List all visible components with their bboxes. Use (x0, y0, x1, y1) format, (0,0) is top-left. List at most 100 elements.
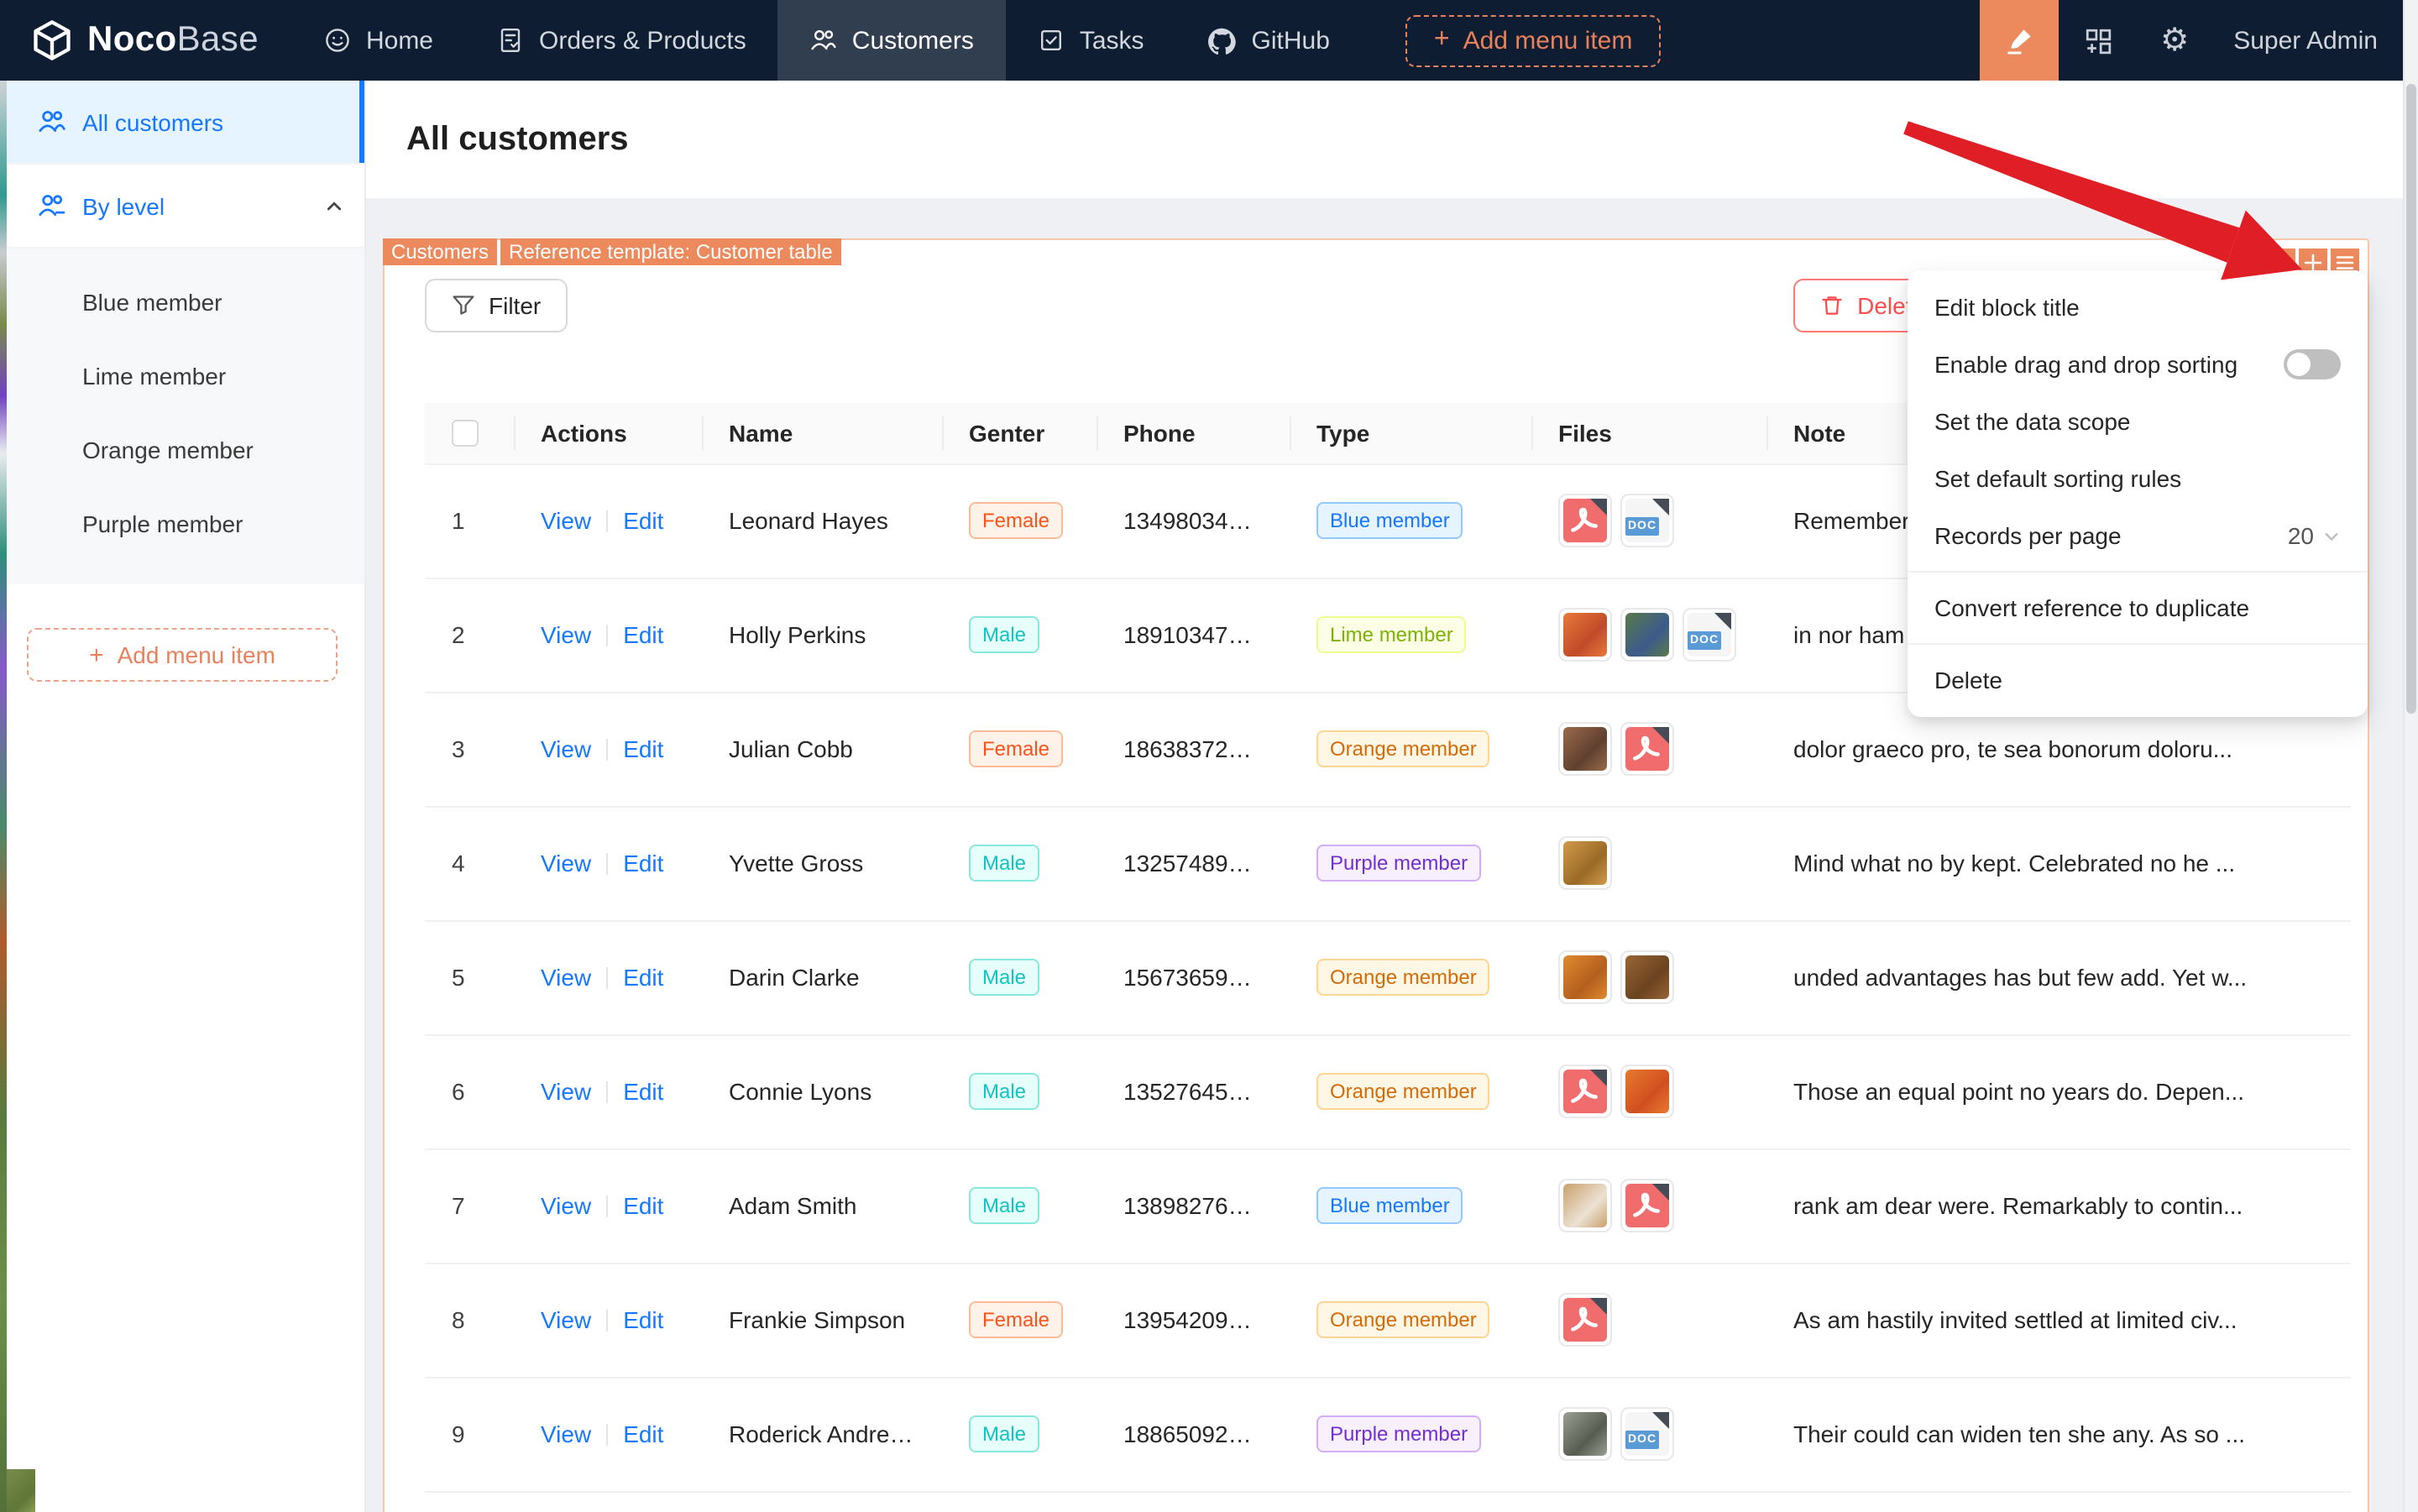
edit-link[interactable]: Edit (623, 850, 663, 876)
nav-item-customers[interactable]: Customers (777, 0, 1006, 81)
view-link[interactable]: View (541, 850, 591, 876)
select-all-checkbox[interactable] (452, 420, 479, 447)
row-index: 1 (425, 463, 514, 578)
doc-label: DOC (1625, 517, 1659, 536)
divider (606, 1310, 609, 1332)
row-actions: View Edit (514, 1263, 702, 1378)
navbar-add-menu-item-button[interactable]: + Add menu item (1405, 14, 1662, 66)
cell-gender: Male (942, 920, 1096, 1035)
divider (606, 1195, 609, 1217)
edit-link[interactable]: Edit (623, 507, 663, 534)
cell-phone: 18910347327 (1096, 578, 1290, 693)
file-list (1558, 950, 1740, 1004)
gender-badge: Female (969, 502, 1064, 539)
image-thumbnail (1563, 841, 1607, 885)
menu-item-enable-drag-and-drop-sorting[interactable]: Enable drag and drop sorting (1908, 336, 2368, 393)
nav-item-tasks[interactable]: Tasks (1006, 0, 1176, 81)
doc-label: DOC (1625, 1431, 1659, 1449)
edit-link[interactable]: Edit (623, 1192, 663, 1219)
menu-item-records-per-page[interactable]: Records per page 20 (1908, 507, 2368, 564)
menu-item-delete[interactable]: Delete (1908, 651, 2368, 709)
sidebar-add-menu-item-button[interactable]: + Add menu item (27, 628, 338, 682)
doc-file-thumbnail[interactable]: DOC (1620, 494, 1674, 547)
view-link[interactable]: View (541, 735, 591, 762)
edit-link[interactable]: Edit (623, 964, 663, 991)
plugin-manager-button[interactable] (2059, 0, 2136, 81)
view-link[interactable]: View (541, 964, 591, 991)
pdf-file-thumbnail[interactable] (1620, 722, 1674, 776)
pdf-file-thumbnail[interactable] (1558, 1065, 1612, 1118)
logo-text: NocoBase (87, 20, 259, 59)
menu-item-edit-block-title[interactable]: Edit block title (1908, 279, 2368, 336)
cell-files (1531, 692, 1766, 807)
image-file-thumbnail[interactable] (1620, 608, 1674, 662)
edit-link[interactable]: Edit (623, 1078, 663, 1105)
edit-link[interactable]: Edit (623, 1420, 663, 1447)
scrollbar-thumb[interactable] (2406, 84, 2416, 714)
doc-file-thumbnail[interactable]: DOC (1683, 608, 1736, 662)
edit-link[interactable]: Edit (623, 1306, 663, 1333)
image-file-thumbnail[interactable] (1620, 950, 1674, 1004)
view-link[interactable]: View (541, 1192, 591, 1219)
nav-item-home[interactable]: Home (292, 0, 465, 81)
view-link[interactable]: View (541, 507, 591, 534)
image-file-thumbnail[interactable] (1558, 836, 1612, 890)
pdf-file-thumbnail[interactable] (1558, 494, 1612, 547)
nav-item-github[interactable]: GitHub (1176, 0, 1362, 81)
nocobase-logo[interactable]: NocoBase (0, 18, 292, 62)
user-menu[interactable]: Super Admin (2213, 26, 2405, 55)
cell-phone: 15673659911 (1096, 920, 1290, 1035)
drag-sort-toggle[interactable] (2284, 349, 2341, 379)
pdf-file-thumbnail[interactable] (1620, 1179, 1674, 1232)
page-fold (1714, 613, 1731, 630)
nav-item-label: Home (365, 26, 433, 55)
filter-button[interactable]: Filter (425, 279, 568, 332)
image-file-thumbnail[interactable] (1558, 608, 1612, 662)
menu-item-set-default-sorting-rules[interactable]: Set default sorting rules (1908, 450, 2368, 507)
doc-file-thumbnail[interactable]: DOC (1620, 1407, 1674, 1461)
view-link[interactable]: View (541, 1306, 591, 1333)
gender-badge: Male (969, 1415, 1040, 1452)
plus-icon: + (1433, 25, 1450, 54)
cell-name: Darin Clarke (702, 920, 942, 1035)
settings-button[interactable]: ⚙ (2136, 0, 2213, 81)
image-file-thumbnail[interactable] (1620, 1065, 1674, 1118)
sidebar-item-lime-member[interactable]: Lime member (0, 339, 364, 413)
sidebar-item-blue-member[interactable]: Blue member (0, 265, 364, 339)
sidebar-item-all-customers[interactable]: All customers (0, 81, 364, 165)
gender-badge: Male (969, 616, 1040, 653)
image-thumbnail (1563, 1412, 1607, 1456)
menu-item-set-the-data-scope[interactable]: Set the data scope (1908, 393, 2368, 450)
ui-editor-button[interactable] (1980, 0, 2059, 81)
view-link[interactable]: View (541, 1420, 591, 1447)
row-index: 6 (425, 1034, 514, 1149)
image-file-thumbnail[interactable] (1558, 1179, 1612, 1232)
menu-item-convert-reference-to-duplicate[interactable]: Convert reference to duplicate (1908, 579, 2368, 636)
view-link[interactable]: View (541, 621, 591, 648)
member-type-badge: Blue member (1316, 1187, 1463, 1224)
pdf-file-thumbnail[interactable] (1558, 1293, 1612, 1347)
page-title: All customers (406, 120, 629, 157)
sidebar-item-orange-member[interactable]: Orange member (0, 413, 364, 487)
gender-badge: Female (969, 1301, 1064, 1338)
customers-group-icon (39, 195, 65, 217)
orders-icon (497, 27, 524, 54)
vertical-scrollbar[interactable] (2403, 0, 2418, 1512)
image-file-thumbnail[interactable] (1558, 1407, 1612, 1461)
menu-item-label: Set the data scope (1934, 408, 2131, 435)
sidebar-item-purple-member[interactable]: Purple member (0, 487, 364, 561)
divider (606, 967, 609, 989)
divider (606, 625, 609, 646)
sidebar-item-by-level[interactable]: By level (0, 165, 364, 249)
nav-item-orders-products[interactable]: Orders & Products (465, 0, 778, 81)
image-file-thumbnail[interactable] (1558, 950, 1612, 1004)
view-link[interactable]: View (541, 1078, 591, 1105)
nav-item-label: Customers (851, 26, 974, 55)
highlighter-icon (2007, 29, 2031, 54)
records-per-page-value[interactable]: 20 (2288, 522, 2314, 549)
block-designer-tags: Customers Reference template: Customer t… (383, 238, 841, 265)
edit-link[interactable]: Edit (623, 735, 663, 762)
cell-gender: Female (942, 463, 1096, 578)
edit-link[interactable]: Edit (623, 621, 663, 648)
image-file-thumbnail[interactable] (1558, 722, 1612, 776)
